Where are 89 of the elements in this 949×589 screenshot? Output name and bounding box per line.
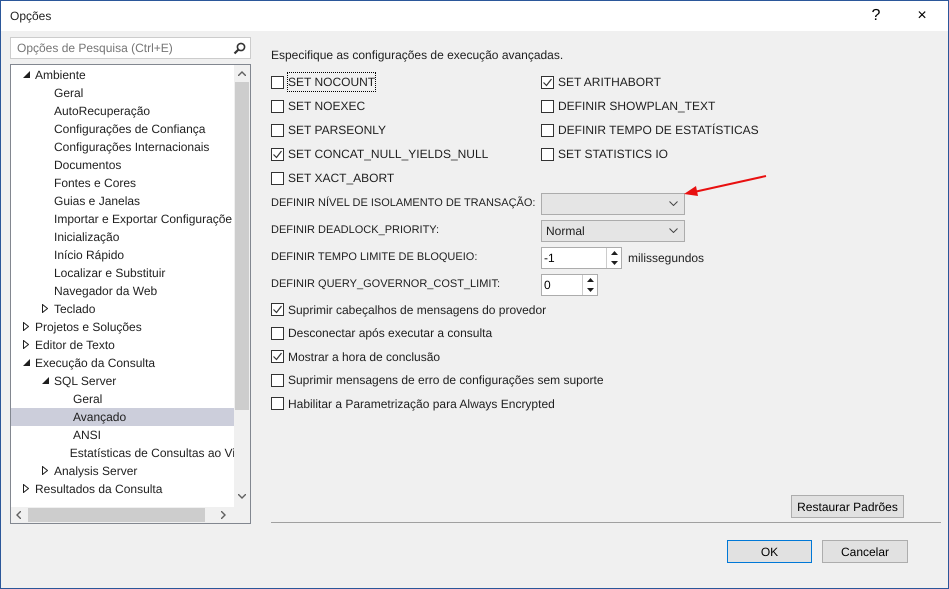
tree-item[interactable]: Avançado <box>11 408 235 426</box>
tree-item[interactable]: Estatísticas de Consultas ao Vi <box>11 444 235 462</box>
tree-item[interactable]: Início Rápido <box>11 246 235 264</box>
spin-down-icon[interactable] <box>610 260 618 264</box>
tree-item[interactable]: Localizar e Substituir <box>11 264 235 282</box>
checkbox-label[interactable]: SET ARITHABORT <box>558 73 661 91</box>
collapse-icon[interactable] <box>40 375 50 387</box>
checkbox[interactable] <box>541 76 554 88</box>
restore-defaults-button[interactable]: Restaurar Padrões <box>791 495 904 518</box>
vertical-scrollbar[interactable] <box>234 65 250 507</box>
expand-icon[interactable] <box>21 483 31 495</box>
help-button[interactable]: ? <box>853 1 899 31</box>
search-icon[interactable] <box>233 42 246 54</box>
scroll-right-icon[interactable] <box>221 511 226 519</box>
tree-item[interactable]: Projetos e Soluções <box>11 318 235 336</box>
checkbox-label[interactable]: Habilitar a Parametrização para Always Encrypted <box>288 394 555 413</box>
checkbox-label[interactable]: SET NOCOUNT <box>288 73 376 91</box>
checkbox[interactable] <box>271 397 284 410</box>
spin-down-icon[interactable] <box>586 288 594 292</box>
checkbox-label[interactable]: Desconectar após executar a consulta <box>288 324 492 342</box>
spin-up-icon[interactable] <box>586 278 594 282</box>
tree-item[interactable]: ANSI <box>11 426 235 444</box>
scroll-up-icon[interactable] <box>238 71 246 76</box>
spin-up-icon[interactable] <box>610 250 618 254</box>
tree-item[interactable]: Inicialização <box>11 228 235 246</box>
checkbox[interactable] <box>271 374 284 387</box>
expand-icon[interactable] <box>21 339 31 351</box>
scroll-down-icon[interactable] <box>238 494 246 499</box>
checkbox[interactable] <box>541 148 554 160</box>
spin-box[interactable]: 0 <box>541 274 598 296</box>
window-title: Opções <box>10 8 52 25</box>
search-field[interactable]: Opções de Pesquisa (Ctrl+E) <box>10 37 251 59</box>
scroll-left-icon[interactable] <box>16 511 21 519</box>
cancel-button[interactable]: Cancelar <box>822 540 908 563</box>
tree-item[interactable]: Geral <box>11 84 235 102</box>
spin-box[interactable]: -1 <box>541 246 622 268</box>
chevron-icon <box>669 228 678 233</box>
tree-item[interactable]: Navegador da Web <box>11 282 235 300</box>
checkbox[interactable] <box>271 350 284 364</box>
checkbox-label[interactable]: SET XACT_ABORT <box>288 169 394 187</box>
tree-item[interactable]: Teclado <box>11 300 235 318</box>
checkbox[interactable] <box>541 124 554 136</box>
expand-icon[interactable] <box>40 465 50 477</box>
field-label: DEFINIR TEMPO LIMITE DE BLOQUEIO: <box>271 250 478 266</box>
checkbox-label[interactable]: DEFINIR SHOWPLAN_TEXT <box>558 97 716 115</box>
horizontal-scrollbar[interactable] <box>11 507 250 523</box>
checkbox-label[interactable]: SET NOEXEC <box>288 97 366 115</box>
chevron-icon <box>669 201 678 206</box>
tree-item[interactable]: Configurações de Confiança <box>11 120 235 138</box>
tree-item[interactable]: Execução da Consulta <box>11 354 235 372</box>
expand-icon[interactable] <box>40 303 50 315</box>
section-heading: Especifique as configurações de execução avançadas. <box>271 47 564 64</box>
unit-label: milissegundos <box>628 250 704 266</box>
checkbox[interactable] <box>271 172 284 184</box>
field-label: DEFINIR DEADLOCK_PRIORITY: <box>271 223 440 238</box>
tree-item[interactable]: Resultados da Consulta <box>11 480 235 498</box>
checkbox-label[interactable]: Suprimir cabeçalhos de mensagens do provedor <box>288 300 546 319</box>
checkbox[interactable] <box>271 76 284 88</box>
field-label: DEFINIR QUERY_GOVERNOR_COST_LIMIT: <box>271 277 502 292</box>
ok-button[interactable]: OK <box>727 540 812 563</box>
checkbox[interactable] <box>271 326 284 340</box>
checkbox-label[interactable]: Suprimir mensagens de erro de configurações sem suporte <box>288 371 604 390</box>
checkbox-label[interactable]: Mostrar a hora de conclusão <box>288 348 440 366</box>
tree-item[interactable]: Editor de Texto <box>11 336 235 354</box>
tree-item[interactable]: SQL Server <box>11 372 235 390</box>
checkbox[interactable] <box>271 148 284 160</box>
tree-item[interactable]: Ambiente <box>11 66 235 84</box>
tree-item[interactable]: Fontes e Cores <box>11 174 235 192</box>
tree-item[interactable]: Importar e Exportar Configuraçõe <box>11 210 235 228</box>
checkbox-label[interactable]: SET PARSEONLY <box>288 121 386 139</box>
tree-item[interactable]: Geral <box>11 390 235 408</box>
collapse-icon[interactable] <box>21 357 31 369</box>
tree-item[interactable]: AutoRecuperação <box>11 102 235 120</box>
checkbox-label[interactable]: DEFINIR TEMPO DE ESTATÍSTICAS <box>558 121 759 139</box>
checkbox[interactable] <box>541 100 554 112</box>
tree-item[interactable]: Guias e Janelas <box>11 192 235 210</box>
field-label: DEFINIR NÍVEL DE ISOLAMENTO DE TRANSAÇÃO: <box>271 195 536 212</box>
tree-item[interactable]: Configurações Internacionais <box>11 138 235 156</box>
close-button[interactable]: × <box>899 1 945 31</box>
tree-item[interactable]: Analysis Server <box>11 462 235 480</box>
tree-item[interactable]: Documentos <box>11 156 235 174</box>
expand-icon[interactable] <box>21 321 31 333</box>
dropdown[interactable]: Normal <box>541 220 685 242</box>
checkbox[interactable] <box>271 124 284 136</box>
checkbox[interactable] <box>271 100 284 112</box>
checkbox[interactable] <box>271 303 284 316</box>
checkbox-label[interactable]: SET CONCAT_NULL_YIELDS_NULL <box>288 145 488 163</box>
collapse-icon[interactable] <box>21 69 31 81</box>
checkbox-label[interactable]: SET STATISTICS IO <box>558 145 668 163</box>
